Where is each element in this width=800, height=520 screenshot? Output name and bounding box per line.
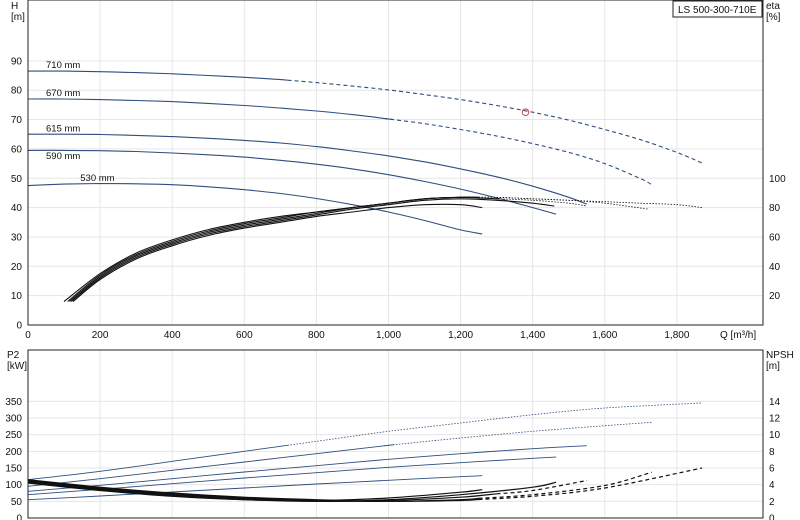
- npsh-tick-label: 8: [769, 447, 775, 458]
- npsh-curve-dashed: [478, 467, 703, 501]
- head-curve-dashed: [385, 118, 652, 186]
- x-tick-label: 1,600: [592, 330, 617, 341]
- efficiency-curve: [69, 196, 500, 302]
- efficiency-curve-dashed: [493, 198, 587, 207]
- curve-label: 670 mm: [46, 88, 80, 99]
- x-tick-label: 200: [92, 330, 109, 341]
- x-tick-label: 600: [236, 330, 253, 341]
- top-plot-frame: [27, 0, 764, 326]
- head-curve: [27, 98, 392, 120]
- y-tick-label: 0: [16, 321, 22, 332]
- y-tick-label: 80: [11, 86, 23, 97]
- power-curve-dashed: [287, 402, 703, 446]
- npsh-tick-label: 6: [769, 464, 775, 475]
- x-tick-label: 1,400: [520, 330, 545, 341]
- p2-tick-label: 150: [5, 464, 22, 475]
- efficiency-curve: [63, 196, 479, 302]
- y2-tick-label: 40: [769, 262, 781, 273]
- y-axis-label-head: H [m]: [11, 1, 25, 23]
- curve-label: 530 mm: [80, 173, 114, 184]
- npsh-tick-label: 10: [769, 430, 781, 441]
- x-tick-label: 800: [308, 330, 325, 341]
- x-tick-label: 400: [164, 330, 181, 341]
- top-chart-grid: [28, 0, 763, 325]
- y2-tick-label: 20: [769, 291, 781, 302]
- y-axis-label-eta: eta [%]: [766, 1, 781, 23]
- axis-ticks: 0 200 400 600 800 1,000 1,200 1,400 1,600 1,80001…: [5, 56, 786, 520]
- x-tick-label: 1,800: [664, 330, 689, 341]
- npsh-tick-label: 12: [769, 414, 781, 425]
- npsh-curve-dashed: [478, 471, 652, 499]
- curve-label: 710 mm: [46, 60, 80, 71]
- chart-title: LS 500-300-710E: [678, 5, 757, 16]
- p2-tick-label: 250: [5, 430, 22, 441]
- y2-tick-label: 60: [769, 232, 781, 243]
- power-curve-dashed: [382, 421, 652, 447]
- y-axis-label-npsh: NPSH [m]: [766, 350, 794, 372]
- y-tick-label: 20: [11, 262, 23, 273]
- y-tick-label: 10: [11, 291, 23, 302]
- head-curve: [28, 133, 587, 205]
- y2-tick-label: 80: [769, 203, 781, 214]
- x-tick-label: 0: [25, 330, 31, 341]
- p2-tick-label: 0: [16, 514, 22, 520]
- x-tick-label: 1,200: [448, 330, 473, 341]
- y-tick-label: 60: [11, 144, 23, 155]
- p2-tick-label: 200: [5, 447, 22, 458]
- y-axis-label-power: P2 [kW]: [7, 350, 27, 372]
- y-tick-label: 70: [11, 115, 23, 126]
- npsh-tick-label: 2: [769, 497, 775, 508]
- y-tick-label: 90: [11, 56, 23, 67]
- top-chart-series: 710 mm 670 mm 615 mm 590 mm530 mm: [27, 60, 703, 302]
- npsh-tick-label: 14: [769, 397, 781, 408]
- efficiency-curve: [72, 203, 483, 302]
- curve-label: 590 mm: [46, 151, 80, 162]
- curve-label: 615 mm: [46, 123, 80, 134]
- p2-tick-label: 100: [5, 480, 22, 491]
- operating-point-marker: [521, 108, 530, 117]
- p2-tick-label: 50: [11, 497, 23, 508]
- y-tick-label: 50: [11, 174, 23, 185]
- x-tick-label: 1,000: [376, 330, 401, 341]
- pump-curve-chart: 710 mm670 mm615 mm590 mm530 mm 0 200 400 60…: [5, 0, 794, 520]
- power-curve: [27, 444, 288, 481]
- y2-tick-label: 100: [769, 174, 786, 185]
- p2-tick-label: 300: [5, 414, 22, 425]
- npsh-tick-label: 0: [769, 514, 775, 520]
- title-box: LS 500-300-710E: [672, 0, 763, 18]
- head-curve: [27, 70, 288, 81]
- efficiency-curve: [67, 196, 479, 302]
- y-tick-label: 40: [11, 203, 23, 214]
- npsh-curve-dashed: [496, 479, 587, 495]
- npsh-tick-label: 4: [769, 480, 775, 491]
- y-tick-label: 30: [11, 232, 23, 243]
- p2-tick-label: 350: [5, 397, 22, 408]
- x-axis-label: Q [m³/h]: [720, 330, 756, 341]
